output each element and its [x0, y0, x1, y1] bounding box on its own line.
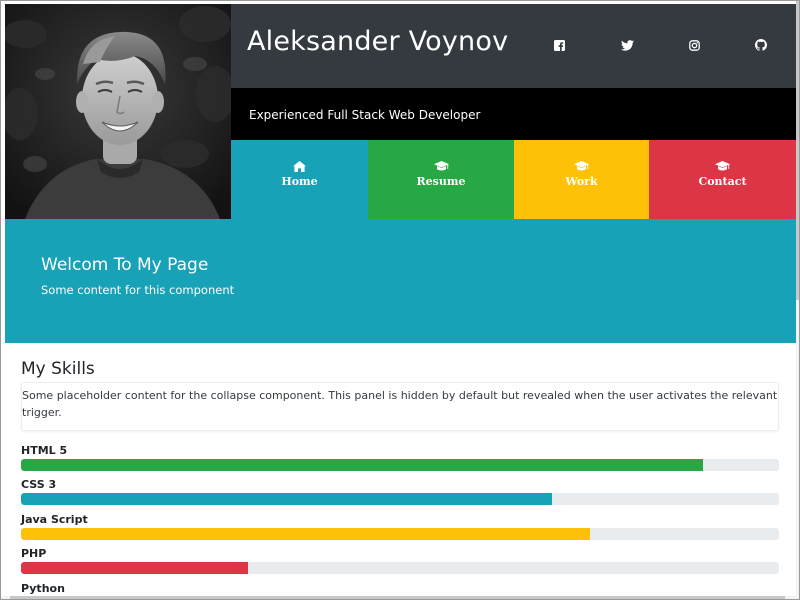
- twitter-link[interactable]: [619, 37, 635, 53]
- progress-fill: [21, 528, 590, 540]
- instagram-link[interactable]: [686, 37, 702, 53]
- welcome-jumbotron: Welcom To My Page Some content for this …: [5, 219, 796, 343]
- skill-label: PHP: [21, 547, 47, 560]
- skill-progress-php: [21, 562, 779, 574]
- horizontal-scrollbar[interactable]: [0, 596, 800, 600]
- progress-fill: [21, 562, 249, 574]
- collapse-panel: Some placeholder content for the collaps…: [21, 382, 779, 431]
- hero-text: Some content for this component: [41, 283, 235, 297]
- nav-home-label: Home: [281, 175, 318, 188]
- skill-label: CSS 3: [21, 478, 57, 491]
- twitter-icon: [620, 39, 634, 51]
- skill-progress-html: [21, 459, 779, 471]
- tagline: Experienced Full Stack Web Developer: [249, 108, 481, 122]
- progress-fill: [21, 459, 704, 471]
- skill-label: HTML 5: [21, 444, 68, 457]
- portrait-image: [5, 4, 231, 219]
- nav-home[interactable]: Home: [231, 140, 368, 219]
- facebook-icon: [553, 39, 565, 51]
- header: Aleksander Voynov Experienced Full Stack…: [5, 4, 796, 219]
- instagram-icon: [688, 39, 700, 51]
- horizontal-scrollbar-thumb[interactable]: [10, 596, 785, 600]
- graduation-cap-icon: [715, 160, 730, 173]
- nav-work-label: Work: [565, 175, 598, 188]
- progress-fill: [21, 493, 552, 505]
- nav-resume-label: Resume: [416, 175, 466, 188]
- skill-label: Python: [21, 582, 65, 595]
- graduation-cap-icon: [574, 160, 589, 173]
- skill-progress-css: [21, 493, 779, 505]
- nav-work[interactable]: Work: [514, 140, 649, 219]
- graduation-cap-icon: [433, 160, 449, 173]
- main-nav: Home Resume Work Contact: [231, 140, 796, 219]
- facebook-link[interactable]: [551, 37, 567, 53]
- nav-resume[interactable]: Resume: [368, 140, 514, 219]
- vertical-scrollbar[interactable]: [796, 0, 800, 600]
- profile-photo: [5, 4, 231, 219]
- skills-heading: My Skills: [21, 359, 95, 379]
- home-icon: [293, 160, 306, 173]
- github-link[interactable]: [753, 37, 769, 53]
- vertical-scrollbar-thumb[interactable]: [796, 0, 800, 300]
- collapse-text: Some placeholder content for the collaps…: [22, 389, 778, 419]
- title-bar: Aleksander Voynov: [231, 4, 796, 88]
- site-name: Aleksander Voynov: [247, 26, 509, 57]
- subtitle-bar: Experienced Full Stack Web Developer: [231, 88, 796, 140]
- nav-contact-label: Contact: [698, 175, 747, 188]
- page: Aleksander Voynov Experienced Full Stack…: [5, 4, 796, 600]
- hero-title: Welcom To My Page: [41, 255, 209, 275]
- nav-contact[interactable]: Contact: [649, 140, 796, 219]
- skill-progress-javascript: [21, 528, 779, 540]
- skill-label: Java Script: [21, 513, 88, 526]
- github-icon: [755, 39, 767, 51]
